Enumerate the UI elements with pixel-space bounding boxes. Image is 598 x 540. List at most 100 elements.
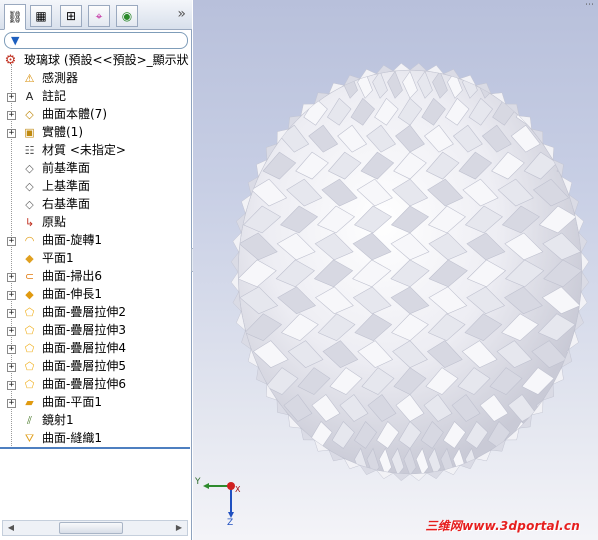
- tree-root-part[interactable]: ⚙ 玻璃球 (預設<<預設>_顯示狀: [0, 52, 190, 70]
- model-rim-spike: [580, 251, 590, 273]
- propertymanager-glyph: ▦: [35, 9, 47, 23]
- tree-item-label: 曲面-伸長1: [42, 287, 102, 301]
- tree-item-label: 右基準面: [42, 197, 91, 211]
- tree-item-label: 曲面-疊層拉伸5: [42, 359, 126, 373]
- scroll-left-arrow-icon[interactable]: ◀: [4, 522, 18, 534]
- solid-bodies-folder-icon: ▣: [24, 126, 35, 139]
- tree-item[interactable]: ⚠ 感測器: [0, 70, 190, 88]
- tree-item[interactable]: ⫽ 鏡射1: [0, 412, 190, 430]
- surface-loft-icon: ⬠: [24, 324, 35, 337]
- tree-item[interactable]: ◇ 上基準面: [0, 178, 190, 196]
- plane-icon: ◇: [25, 180, 34, 193]
- dimxpert-tab-icon[interactable]: ⌖: [88, 5, 110, 27]
- dimxpert-glyph: ⌖: [95, 9, 103, 23]
- tree-item-label: 實體(1): [42, 125, 83, 139]
- display-manager-tab-icon[interactable]: ◉: [116, 5, 138, 27]
- model-rim-spike: [392, 472, 411, 482]
- tree-item[interactable]: ⛛ 曲面-縫織1: [0, 430, 190, 448]
- more-tabs-chevron-icon[interactable]: »: [177, 6, 186, 22]
- tree-item-label: 前基準面: [42, 161, 91, 175]
- triad-x-axis-dot: [227, 482, 235, 490]
- tree-item[interactable]: + ⬠ 曲面-疊層拉伸4: [0, 340, 190, 358]
- tree-item-label: 原點: [42, 215, 67, 229]
- tree-item[interactable]: ◇ 右基準面: [0, 196, 190, 214]
- expand-toggle-icon[interactable]: +: [7, 363, 16, 372]
- tree-item-label: 曲面-疊層拉伸3: [42, 323, 126, 337]
- triad-x-label: X: [235, 485, 241, 494]
- surface-loft-icon: ⬠: [24, 378, 35, 391]
- featuremanager-tab-icon[interactable]: ⛓: [4, 4, 26, 30]
- feature-manager-panel: ⛓ ▦ ⊞ ⌖ ◉ » ▼ ⚙ 玻璃球 (預設<<預設>_顯示狀 ⚠ 感測器 + A 註…: [0, 0, 192, 540]
- tree-item[interactable]: + ⬠ 曲面-疊層拉伸3: [0, 322, 190, 340]
- glass-ball-model[interactable]: [193, 0, 598, 540]
- tree-item[interactable]: + ◠ 曲面-旋轉1: [0, 232, 190, 250]
- material-icon: ☷: [24, 144, 35, 157]
- surface-extrude-icon: ◆: [25, 288, 34, 301]
- surface-loft-icon: ⬠: [24, 306, 35, 319]
- model-rim-spike: [580, 271, 590, 293]
- horizontal-scrollbar[interactable]: ◀ ▶: [2, 520, 188, 536]
- feature-tree: ⚙ 玻璃球 (預設<<預設>_顯示狀 ⚠ 感測器 + A 註記 + ◇ 曲面本體(7) + ▣ 實體…: [0, 52, 190, 447]
- tree-item[interactable]: ◆ 平面1: [0, 250, 190, 268]
- expand-toggle-icon[interactable]: +: [7, 327, 16, 336]
- tree-item[interactable]: + ⬠ 曲面-疊層拉伸2: [0, 304, 190, 322]
- model-rim-spike: [409, 62, 428, 72]
- tree-item[interactable]: + ▰ 曲面-平面1: [0, 394, 190, 412]
- expand-toggle-icon[interactable]: +: [7, 129, 16, 138]
- expand-toggle-icon[interactable]: +: [7, 309, 16, 318]
- model-rim-spike: [230, 271, 240, 293]
- expand-toggle-icon[interactable]: +: [7, 237, 16, 246]
- surface-revolve-icon: ◠: [24, 234, 35, 247]
- annotation-icon: A: [25, 90, 34, 103]
- tree-item-label: 曲面本體(7): [42, 107, 107, 121]
- scroll-right-arrow-icon[interactable]: ▶: [172, 522, 186, 534]
- tree-item[interactable]: + ⬠ 曲面-疊層拉伸6: [0, 376, 190, 394]
- tree-item[interactable]: + ⬠ 曲面-疊層拉伸5: [0, 358, 190, 376]
- tree-item[interactable]: + ⊂ 曲面-掃出6: [0, 268, 190, 286]
- featuremanager-glyph: ⛓: [7, 10, 23, 24]
- expand-toggle-icon[interactable]: +: [7, 381, 16, 390]
- propertymanager-tab-icon[interactable]: ▦: [30, 5, 52, 27]
- tree-item-label: 上基準面: [42, 179, 91, 193]
- expand-toggle-icon[interactable]: +: [7, 111, 16, 120]
- tree-item-label: 材質 <未指定>: [42, 143, 126, 157]
- graphics-viewport[interactable]: ⋯ Y X Z 三维网www.3dportal.cn: [193, 0, 598, 540]
- surface-loft-icon: ⬠: [24, 342, 35, 355]
- tree-item[interactable]: ☷ 材質 <未指定>: [0, 142, 190, 160]
- triad-y-label: Y: [194, 477, 201, 487]
- expand-toggle-icon[interactable]: +: [7, 345, 16, 354]
- tree-item-label: 鏡射1: [42, 413, 74, 427]
- tree-item[interactable]: ◇ 前基準面: [0, 160, 190, 178]
- triad-z-label: Z: [227, 518, 233, 526]
- tree-item[interactable]: + ◇ 曲面本體(7): [0, 106, 190, 124]
- expand-toggle-icon[interactable]: +: [7, 399, 16, 408]
- surface-bodies-folder-icon: ◇: [25, 108, 34, 121]
- expand-toggle-icon[interactable]: +: [7, 291, 16, 300]
- surface-sweep-icon: ⊂: [24, 270, 35, 283]
- tree-item-label: 曲面-縫織1: [42, 431, 102, 445]
- model-rim-spike: [230, 251, 240, 273]
- tree-filter-input[interactable]: ▼: [4, 32, 188, 49]
- plane1-icon: ◆: [25, 252, 34, 265]
- configurationmanager-tab-icon[interactable]: ⊞: [60, 5, 82, 27]
- tree-item[interactable]: + A 註記: [0, 88, 190, 106]
- tree-item[interactable]: ↳ 原點: [0, 214, 190, 232]
- expand-toggle-icon[interactable]: +: [7, 273, 16, 282]
- view-orientation-triad: Y X Z: [194, 477, 241, 526]
- tree-item[interactable]: + ◆ 曲面-伸長1: [0, 286, 190, 304]
- tree-item-label: 平面1: [42, 251, 74, 265]
- expand-toggle-icon[interactable]: +: [7, 93, 16, 102]
- tree-item-label: 感測器: [42, 71, 79, 85]
- tree-item[interactable]: + ▣ 實體(1): [0, 124, 190, 142]
- display-glyph: ◉: [121, 9, 133, 23]
- model-rim-spike: [392, 62, 411, 72]
- configurationmanager-glyph: ⊞: [65, 9, 77, 23]
- tree-item-label: 曲面-疊層拉伸4: [42, 341, 126, 355]
- origin-icon: ↳: [24, 216, 35, 229]
- filter-icon[interactable]: ▼: [11, 34, 19, 47]
- sensor-icon: ⚠: [24, 72, 35, 85]
- surface-loft-icon: ⬠: [24, 360, 35, 373]
- tree-item-label: 曲面-旋轉1: [42, 233, 102, 247]
- scrollbar-thumb[interactable]: [59, 522, 123, 534]
- tree-end-rollback-bar[interactable]: [0, 447, 190, 449]
